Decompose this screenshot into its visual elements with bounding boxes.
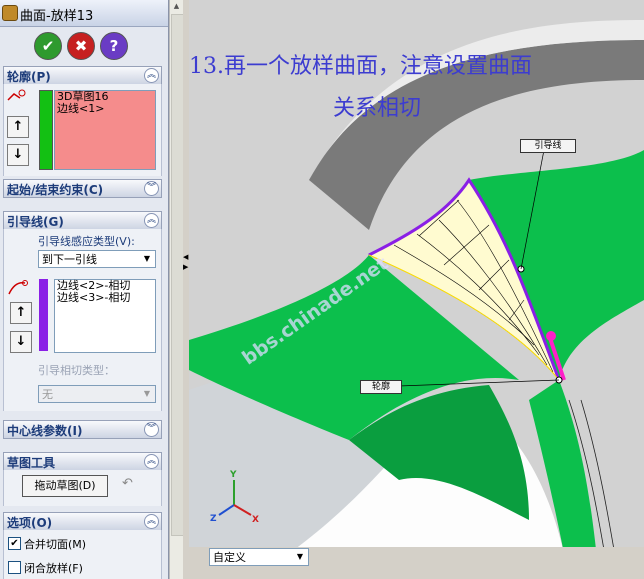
triad-z-label: Z [210, 514, 217, 524]
panel-title: 曲面-放样13 [20, 9, 94, 24]
section-sketch-tools-body: 拖动草图(D) ↶ [3, 470, 162, 506]
closed-loft-checkbox[interactable] [8, 561, 21, 574]
tangent-type-select: 无 ▼ [38, 385, 156, 403]
tangency-handle-end [546, 331, 556, 341]
loft-feature-icon [2, 5, 18, 21]
section-sketch-tools-header[interactable]: 草图工具 ︽ [3, 452, 162, 471]
view-orientation-value: 自定义 [213, 551, 246, 564]
property-manager: 曲面-放样13 ✔ ✖ ? 轮廓(P) ︽ ↑ ↓ 3D草图16 边线<1> 起… [0, 0, 169, 579]
merge-tangent-label: 合并切面(M) [24, 538, 87, 551]
status-bar: 自定义 ▼ [189, 547, 644, 579]
section-sketch-tools-title: 草图工具 [7, 456, 56, 470]
section-options-title: 选项(O) [7, 516, 53, 530]
section-start-end-header[interactable]: 起始/结束约束(C) ︾ [3, 179, 162, 198]
chevron-down-icon[interactable]: ︾ [144, 181, 159, 196]
drag-sketch-button[interactable]: 拖动草图(D) [22, 475, 108, 497]
profile-color-swatch [39, 90, 53, 170]
move-up-button[interactable]: ↑ [10, 302, 32, 324]
section-guides-header[interactable]: 引导线(G) ︽ [3, 211, 162, 230]
cancel-button[interactable]: ✖ [67, 32, 95, 60]
help-button[interactable]: ? [100, 32, 128, 60]
section-centerline-title: 中心线参数(I) [7, 424, 83, 438]
list-item[interactable]: 边线<3>-相切 [55, 292, 155, 304]
model-view [189, 0, 644, 579]
influence-type-label: 引导线感应类型(V): [38, 235, 135, 248]
triad-y-label: Y [230, 470, 237, 480]
profile-callout[interactable]: 轮廓 [360, 380, 402, 394]
move-down-button[interactable]: ↓ [7, 144, 29, 166]
closed-loft-label: 闭合放样(F) [24, 562, 83, 575]
dropdown-arrow-icon[interactable]: ▼ [140, 252, 154, 266]
section-profile-body: ↑ ↓ 3D草图16 边线<1> [3, 84, 162, 176]
action-row: ✔ ✖ ? [0, 27, 168, 63]
chevron-up-icon[interactable]: ︽ [144, 514, 159, 529]
merge-tangent-checkbox[interactable]: ✔ [8, 537, 21, 550]
section-guides-body: 引导线感应类型(V): 到下一引线 ▼ ↑ ↓ 边线<2>-相切 边线<3>-相… [3, 229, 162, 411]
caption-line-2: 关系相切 [333, 96, 422, 121]
guide-color-swatch [39, 279, 48, 351]
expand-panel-icon[interactable]: ▶ [183, 263, 188, 271]
profile-icon [7, 89, 26, 101]
graphics-viewport[interactable]: 13.再一个放样曲面，注意设置曲面 关系相切 引导线 轮廓 bbs.chinad… [189, 0, 644, 579]
tangent-type-value: 无 [42, 388, 53, 401]
ok-button[interactable]: ✔ [34, 32, 62, 60]
scroll-up-icon[interactable]: ▲ [171, 2, 182, 12]
section-profile-title: 轮廓(P) [7, 70, 51, 84]
influence-type-value: 到下一引线 [42, 253, 97, 266]
panel-scrollbar[interactable]: ▲ [169, 0, 184, 579]
influence-type-select[interactable]: 到下一引线 ▼ [38, 250, 156, 268]
list-item[interactable]: 边线<1> [55, 103, 155, 115]
move-down-button[interactable]: ↓ [10, 331, 32, 353]
section-options-body: ✔ 合并切面(M) 闭合放样(F) [3, 530, 162, 579]
chevron-up-icon[interactable]: ︽ [144, 454, 159, 469]
view-orientation-select[interactable]: 自定义 ▼ [209, 548, 309, 566]
triad-x-label: X [252, 515, 259, 525]
section-options-header[interactable]: 选项(O) ︽ [3, 512, 162, 531]
profile-list[interactable]: 3D草图16 边线<1> [54, 90, 156, 170]
section-guides-title: 引导线(G) [7, 215, 64, 229]
tangent-type-label: 引导相切类型： [38, 364, 115, 377]
collapse-panel-icon[interactable]: ◀ [183, 253, 188, 261]
section-start-end-title: 起始/结束约束(C) [7, 183, 104, 197]
dropdown-arrow-icon: ▼ [143, 389, 151, 398]
dropdown-arrow-icon[interactable]: ▼ [293, 550, 307, 564]
guide-callout[interactable]: 引导线 [520, 139, 576, 153]
chevron-down-icon[interactable]: ︾ [144, 422, 159, 437]
move-up-button[interactable]: ↑ [7, 116, 29, 138]
guide-curve-icon [8, 280, 28, 295]
section-centerline-header[interactable]: 中心线参数(I) ︾ [3, 420, 162, 439]
undo-icon[interactable]: ↶ [122, 476, 133, 491]
caption-line-1: 13.再一个放样曲面，注意设置曲面 [189, 54, 532, 79]
section-profile-header[interactable]: 轮廓(P) ︽ [3, 66, 162, 85]
panel-titlebar: 曲面-放样13 [0, 0, 168, 27]
guide-list[interactable]: 边线<2>-相切 边线<3>-相切 [54, 279, 156, 353]
chevron-up-icon[interactable]: ︽ [144, 213, 159, 228]
chevron-up-icon[interactable]: ︽ [144, 68, 159, 83]
